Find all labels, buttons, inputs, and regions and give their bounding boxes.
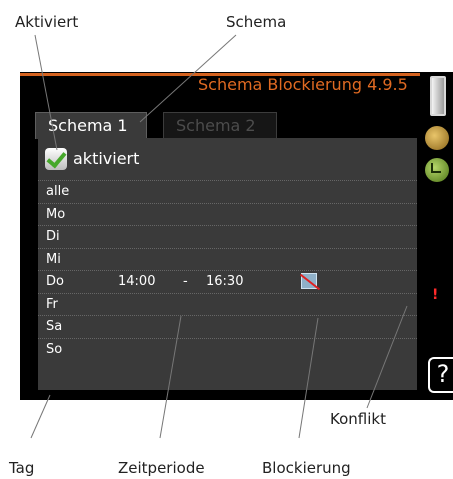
leader-schema <box>139 34 237 123</box>
leader-tag <box>30 394 51 439</box>
callout-leader-lines <box>30 34 408 439</box>
leader-aktiviert <box>34 34 58 151</box>
leader-konflikt <box>366 305 408 409</box>
leader-blockierung <box>298 317 319 439</box>
leader-zeitperiode <box>159 315 182 439</box>
